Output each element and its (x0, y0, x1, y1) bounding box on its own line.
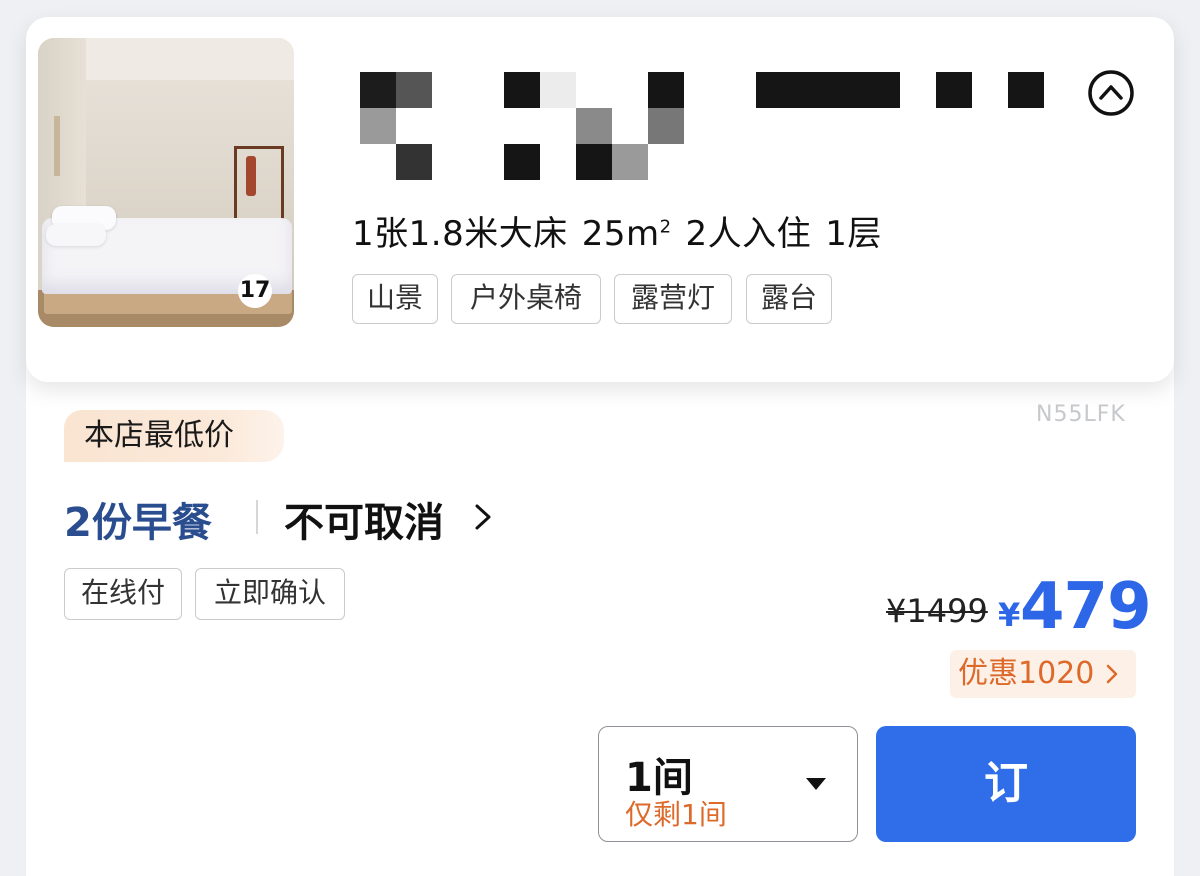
price-amount: 479 (1020, 570, 1152, 644)
cancel-policy[interactable]: 不可取消 (284, 490, 444, 548)
caret-down-icon (806, 778, 826, 790)
amenity-tag: 露营灯 (614, 274, 732, 324)
floor: 1层 (825, 214, 882, 254)
photo-pillow (46, 224, 106, 246)
meal-plan: 2份早餐 (64, 500, 212, 546)
rooms-left-notice: 仅剩1间 (625, 798, 727, 831)
policy-tag: 立即确认 (195, 568, 345, 620)
amenity-tag: 户外桌椅 (451, 274, 601, 324)
photo-robe (246, 156, 256, 196)
room-area: 25m (581, 214, 660, 254)
policy-tag: 在线付 (64, 568, 182, 620)
room-name-pixelated (360, 72, 1050, 180)
lowest-price-badge: 本店最低价 (64, 410, 284, 462)
amenity-tag: 山景 (352, 274, 438, 324)
discount-label: 优惠1020 (958, 656, 1095, 691)
area-unit-superscript: 2 (659, 216, 672, 238)
photo-count-badge[interactable]: 17 (238, 274, 272, 308)
occupancy: 2人入住 (685, 214, 812, 254)
rate-code: N55LFK (1036, 402, 1126, 427)
amenity-tag: 露台 (746, 274, 832, 324)
collapse-button[interactable] (1086, 70, 1136, 116)
divider (256, 500, 258, 534)
price-currency: ¥ (998, 596, 1021, 634)
chevron-right-icon (1106, 664, 1118, 684)
bed-type: 1张1.8米大床 (352, 214, 568, 254)
room-quantity-selector[interactable]: 1间 仅剩1间 (598, 726, 858, 842)
chevron-up-circle-icon (1088, 70, 1134, 116)
original-price: ¥1499 (886, 592, 988, 630)
room-specs: 1张1.8米大床 25m2 2人入住 1层 (352, 206, 882, 255)
photo-clothes-rack (234, 146, 284, 220)
book-button[interactable]: 订 (876, 726, 1136, 842)
chevron-right-icon[interactable] (472, 500, 494, 534)
photo-lamp (54, 116, 60, 176)
